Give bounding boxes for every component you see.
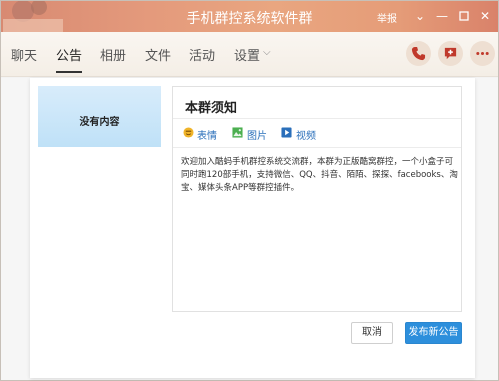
video-icon[interactable] (281, 127, 292, 138)
tab-files[interactable]: 文件 (145, 45, 171, 64)
menu-chevron-icon[interactable]: ⌄ (411, 7, 429, 25)
preview-empty-text: 没有内容 (79, 117, 120, 128)
phone-icon (411, 46, 426, 61)
chevron-down-icon[interactable]: ⌵ (263, 47, 271, 58)
image-tool[interactable]: 图片 (247, 127, 267, 142)
close-icon[interactable]: ✕ (476, 7, 494, 25)
tab-bar: 聊天 公告 相册 文件 活动 设置 ⌵ (1, 32, 498, 77)
announcement-preview[interactable]: 没有内容 (38, 86, 161, 147)
tab-activity[interactable]: 活动 (189, 45, 215, 64)
announcement-title-input[interactable]: 本群须知 (185, 97, 237, 116)
publish-button[interactable]: 发布新公告 (405, 322, 462, 344)
minimize-icon[interactable]: — (433, 7, 451, 25)
announcement-editor[interactable]: 本群须知 表情 图片 视频 欢迎加入酷蚂手机群控系统交流群，本群为正版酷窝群控，… (172, 86, 462, 312)
add-chat-icon (444, 47, 457, 60)
emoji-icon[interactable] (183, 127, 194, 138)
content-area: 没有内容 本群须知 表情 图片 视频 欢迎加入酷蚂手机群控系统交流群，本群为正版… (1, 78, 498, 380)
maximize-icon[interactable] (455, 7, 473, 25)
phone-button[interactable] (406, 41, 431, 66)
cancel-button[interactable]: 取消 (351, 322, 393, 344)
tab-settings[interactable]: 设置 (234, 45, 260, 64)
announcement-dialog: 没有内容 本群须知 表情 图片 视频 欢迎加入酷蚂手机群控系统交流群，本群为正版… (30, 78, 475, 378)
add-chat-button[interactable] (438, 41, 463, 66)
announcement-body-text[interactable]: 欢迎加入酷蚂手机群控系统交流群，本群为正版酷窝群控，一个小盒子可同时跑120部手… (181, 156, 459, 195)
divider (173, 147, 461, 148)
report-link[interactable]: 举报 (377, 10, 397, 25)
active-tab-indicator (56, 71, 82, 73)
tab-chat[interactable]: 聊天 (11, 45, 37, 64)
image-icon[interactable] (232, 127, 243, 138)
tab-album[interactable]: 相册 (100, 45, 126, 64)
video-tool[interactable]: 视频 (296, 127, 316, 142)
divider (173, 118, 461, 119)
tab-announcement[interactable]: 公告 (56, 45, 82, 64)
more-button[interactable] (470, 41, 495, 66)
title-bar: 手机群控系统软件群 举报 ⌄ — ✕ (1, 1, 498, 32)
emoji-tool[interactable]: 表情 (197, 127, 217, 142)
app-window: 手机群控系统软件群 举报 ⌄ — ✕ 聊天 公告 相册 文件 活动 设置 ⌵ 没… (0, 0, 499, 381)
more-icon (476, 52, 489, 55)
